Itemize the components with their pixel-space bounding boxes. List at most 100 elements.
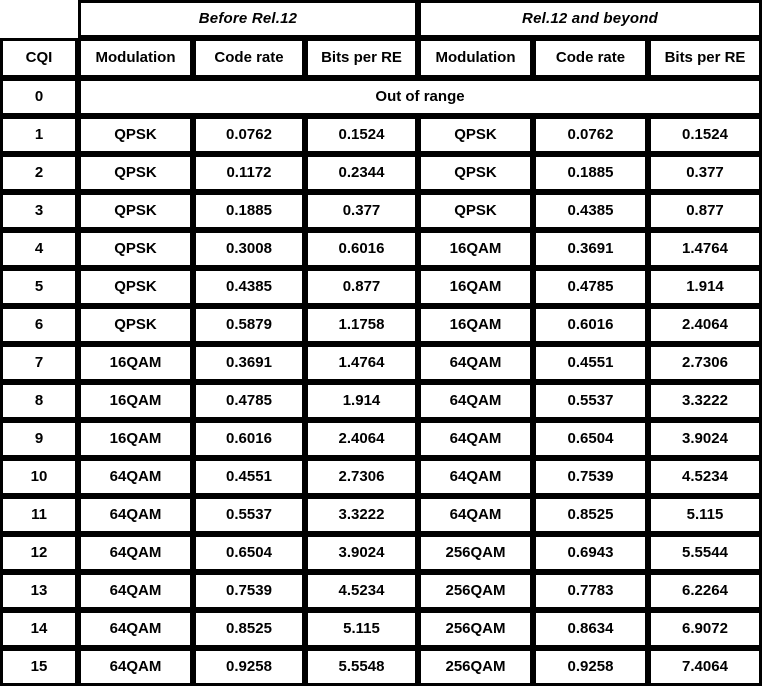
- cell-cqi: 5: [0, 268, 78, 306]
- cell-legacy-modulation: 64QAM: [78, 648, 193, 686]
- cell-legacy-code-rate: 0.4785: [193, 382, 305, 420]
- cell-legacy-code-rate: 0.6504: [193, 534, 305, 572]
- cell-legacy-modulation: QPSK: [78, 306, 193, 344]
- cell-rel12-modulation: 16QAM: [418, 268, 533, 306]
- table-row: 11 64QAM 0.5537 3.3222 64QAM 0.8525 5.115: [0, 496, 762, 534]
- table-row: 10 64QAM 0.4551 2.7306 64QAM 0.7539 4.5234: [0, 458, 762, 496]
- cqi-mcs-table: Before Rel.12 Rel.12 and beyond CQI Modulat…: [0, 0, 762, 686]
- group-header-rel12-and-beyond: Rel.12 and beyond: [418, 0, 762, 38]
- cell-legacy-code-rate: 0.8525: [193, 610, 305, 648]
- cell-legacy-modulation: QPSK: [78, 230, 193, 268]
- cell-legacy-code-rate: 0.4551: [193, 458, 305, 496]
- cell-rel12-modulation: 64QAM: [418, 458, 533, 496]
- cell-cqi: 6: [0, 306, 78, 344]
- table-row: 1 QPSK 0.0762 0.1524 QPSK 0.0762 0.1524: [0, 116, 762, 154]
- cell-legacy-code-rate: 0.6016: [193, 420, 305, 458]
- cqi-table-container: Before Rel.12 Rel.12 and beyond CQI Modulat…: [0, 0, 762, 686]
- cell-legacy-bits-per-re: 3.3222: [305, 496, 418, 534]
- cell-rel12-bits-per-re: 6.2264: [648, 572, 762, 610]
- cell-legacy-bits-per-re: 5.115: [305, 610, 418, 648]
- cell-legacy-code-rate: 0.5879: [193, 306, 305, 344]
- cell-rel12-bits-per-re: 0.877: [648, 192, 762, 230]
- cell-rel12-bits-per-re: 3.9024: [648, 420, 762, 458]
- cell-rel12-bits-per-re: 7.4064: [648, 648, 762, 686]
- cell-cqi: 9: [0, 420, 78, 458]
- cell-rel12-bits-per-re: 0.1524: [648, 116, 762, 154]
- cell-legacy-modulation: 64QAM: [78, 496, 193, 534]
- cell-legacy-code-rate: 0.7539: [193, 572, 305, 610]
- cell-out-of-range: Out of range: [78, 78, 762, 116]
- cell-legacy-modulation: QPSK: [78, 116, 193, 154]
- cell-rel12-bits-per-re: 0.377: [648, 154, 762, 192]
- cell-legacy-code-rate: 0.1172: [193, 154, 305, 192]
- cell-rel12-bits-per-re: 2.4064: [648, 306, 762, 344]
- column-header-row: CQI Modulation Code rate Bits per RE Modulat…: [0, 38, 762, 78]
- cell-legacy-modulation: QPSK: [78, 154, 193, 192]
- table-row: 12 64QAM 0.6504 3.9024 256QAM 0.6943 5.5544: [0, 534, 762, 572]
- table-row: 4 QPSK 0.3008 0.6016 16QAM 0.3691 1.4764: [0, 230, 762, 268]
- cell-rel12-modulation: 256QAM: [418, 648, 533, 686]
- cell-rel12-modulation: 64QAM: [418, 344, 533, 382]
- cell-rel12-modulation: 16QAM: [418, 230, 533, 268]
- cell-legacy-code-rate: 0.3008: [193, 230, 305, 268]
- cell-legacy-bits-per-re: 0.6016: [305, 230, 418, 268]
- cell-cqi-0: 0: [0, 78, 78, 116]
- cell-legacy-modulation: 16QAM: [78, 344, 193, 382]
- cell-rel12-code-rate: 0.5537: [533, 382, 648, 420]
- cell-legacy-modulation: 64QAM: [78, 534, 193, 572]
- cell-legacy-modulation: 64QAM: [78, 572, 193, 610]
- cell-legacy-modulation: 64QAM: [78, 458, 193, 496]
- cell-rel12-modulation: QPSK: [418, 116, 533, 154]
- cell-rel12-modulation: 256QAM: [418, 534, 533, 572]
- cell-legacy-bits-per-re: 1.1758: [305, 306, 418, 344]
- cell-rel12-code-rate: 0.4385: [533, 192, 648, 230]
- cell-legacy-bits-per-re: 0.877: [305, 268, 418, 306]
- col-header-code-rate-legacy: Code rate: [193, 38, 305, 78]
- cell-legacy-bits-per-re: 1.4764: [305, 344, 418, 382]
- table-row: 7 16QAM 0.3691 1.4764 64QAM 0.4551 2.7306: [0, 344, 762, 382]
- cell-rel12-bits-per-re: 3.3222: [648, 382, 762, 420]
- cell-legacy-modulation: QPSK: [78, 268, 193, 306]
- group-header-before-rel12: Before Rel.12: [78, 0, 418, 38]
- col-header-bits-per-re-legacy: Bits per RE: [305, 38, 418, 78]
- cell-legacy-modulation: QPSK: [78, 192, 193, 230]
- cell-legacy-bits-per-re: 3.9024: [305, 534, 418, 572]
- cell-rel12-modulation: QPSK: [418, 192, 533, 230]
- cell-cqi: 11: [0, 496, 78, 534]
- cell-rel12-code-rate: 0.0762: [533, 116, 648, 154]
- table-row: 2 QPSK 0.1172 0.2344 QPSK 0.1885 0.377: [0, 154, 762, 192]
- cell-rel12-code-rate: 0.7539: [533, 458, 648, 496]
- cell-cqi: 13: [0, 572, 78, 610]
- table-row: 14 64QAM 0.8525 5.115 256QAM 0.8634 6.9072: [0, 610, 762, 648]
- cell-legacy-code-rate: 0.5537: [193, 496, 305, 534]
- cell-legacy-bits-per-re: 2.7306: [305, 458, 418, 496]
- cell-cqi: 8: [0, 382, 78, 420]
- cell-rel12-modulation: 64QAM: [418, 382, 533, 420]
- cell-rel12-bits-per-re: 2.7306: [648, 344, 762, 382]
- cell-rel12-bits-per-re: 1.914: [648, 268, 762, 306]
- col-header-cqi: CQI: [0, 38, 78, 78]
- cell-rel12-code-rate: 0.4551: [533, 344, 648, 382]
- table-row: 9 16QAM 0.6016 2.4064 64QAM 0.6504 3.9024: [0, 420, 762, 458]
- table-row: 8 16QAM 0.4785 1.914 64QAM 0.5537 3.3222: [0, 382, 762, 420]
- cell-rel12-modulation: QPSK: [418, 154, 533, 192]
- cell-cqi: 14: [0, 610, 78, 648]
- cell-legacy-bits-per-re: 1.914: [305, 382, 418, 420]
- cell-legacy-modulation: 16QAM: [78, 382, 193, 420]
- cell-legacy-bits-per-re: 2.4064: [305, 420, 418, 458]
- cell-cqi: 15: [0, 648, 78, 686]
- cell-rel12-code-rate: 0.4785: [533, 268, 648, 306]
- table-body: Before Rel.12 Rel.12 and beyond CQI Modulat…: [0, 0, 762, 686]
- cell-cqi: 10: [0, 458, 78, 496]
- cell-legacy-bits-per-re: 0.2344: [305, 154, 418, 192]
- cell-legacy-code-rate: 0.1885: [193, 192, 305, 230]
- cell-rel12-bits-per-re: 5.5544: [648, 534, 762, 572]
- cell-rel12-modulation: 256QAM: [418, 610, 533, 648]
- corner-blank-cell: [0, 0, 78, 38]
- cell-cqi: 12: [0, 534, 78, 572]
- table-row: 0 Out of range: [0, 78, 762, 116]
- cell-cqi: 3: [0, 192, 78, 230]
- table-row: 13 64QAM 0.7539 4.5234 256QAM 0.7783 6.2264: [0, 572, 762, 610]
- cell-rel12-code-rate: 0.1885: [533, 154, 648, 192]
- table-row: 15 64QAM 0.9258 5.5548 256QAM 0.9258 7.4064: [0, 648, 762, 686]
